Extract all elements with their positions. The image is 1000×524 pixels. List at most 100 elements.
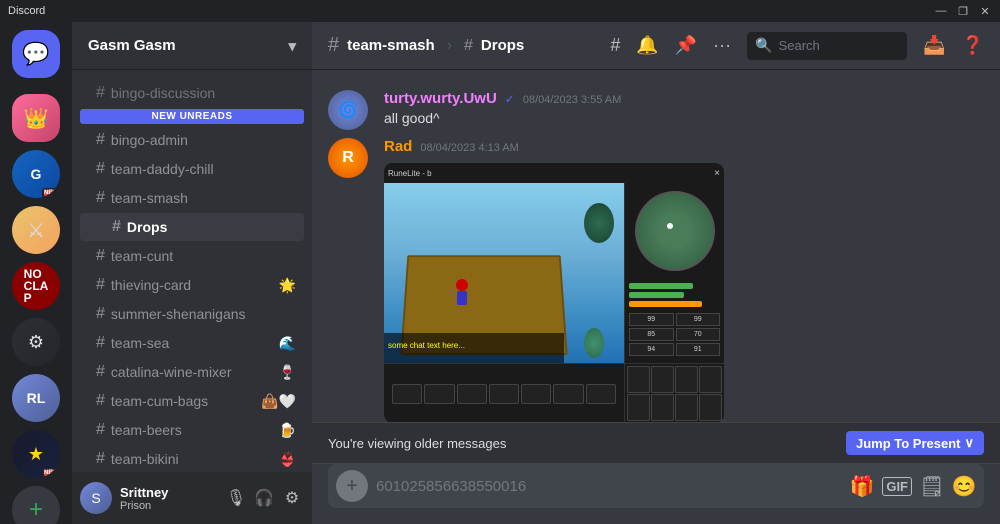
older-messages-text: You're viewing older messages xyxy=(328,436,506,451)
help-icon[interactable]: ❓ xyxy=(962,35,984,56)
add-server-button[interactable]: + xyxy=(12,486,60,524)
game-screenshot: RuneLite - b × xyxy=(384,163,724,422)
channel-item-thieving-card[interactable]: # thieving-card 🌟 xyxy=(80,271,304,299)
timestamp-rad: 08/04/2023 4:13 AM xyxy=(420,142,518,154)
channel-item-team-cum-bags[interactable]: # team-cum-bags 👜🤍 xyxy=(80,387,304,415)
more-icon[interactable]: ··· xyxy=(713,35,731,56)
channel-hash-icon: # xyxy=(96,334,105,352)
channel-name: bingo-discussion xyxy=(111,85,296,101)
channel-item-team-beers[interactable]: # team-beers 🍺 xyxy=(80,416,304,444)
rad-avatar-img: R xyxy=(328,138,368,178)
user-info: Srittney Prison xyxy=(120,485,216,512)
channel-item-bingo-admin[interactable]: # bingo-admin xyxy=(80,126,304,154)
search-bar[interactable]: 🔍 xyxy=(747,32,907,60)
channel-hash-icon: # xyxy=(96,131,105,149)
channel-item-team-sea[interactable]: # team-sea 🌊 xyxy=(80,329,304,357)
deafen-button[interactable]: 🎧 xyxy=(252,486,276,510)
server-sidebar: 💬 👑 G NEW ⚔ NOCLAP ⚙ RL ★ N xyxy=(0,22,72,524)
username-rad: Rad xyxy=(384,138,412,155)
user-status: Prison xyxy=(120,500,216,512)
channel-name-team-smash: team-smash xyxy=(111,190,296,206)
channel-item-team-bikini[interactable]: # team-bikini 👙 xyxy=(80,445,304,472)
topbar: # team-smash › # Drops # 🔔 📌 ··· 🔍 📥 ❓ xyxy=(312,22,1000,70)
gif-icon[interactable]: GIF xyxy=(882,477,912,496)
channel-item-team-smash[interactable]: # team-smash xyxy=(80,184,304,212)
channel-hash-icon: # xyxy=(96,276,105,294)
channel-name-catalina: catalina-wine-mixer xyxy=(111,364,273,380)
message-content-rad: Rad 08/04/2023 4:13 AM RuneLite - b × xyxy=(384,138,984,422)
message-text-turty: all good^ xyxy=(384,109,984,129)
notification-icon[interactable]: 🔔 xyxy=(636,35,658,56)
server-name-bar[interactable]: Gasm Gasm ▾ xyxy=(72,22,312,70)
server-chevron-icon: ▾ xyxy=(288,37,296,55)
minimize-button[interactable]: — xyxy=(934,5,948,18)
channel-hash-icon: # xyxy=(96,189,105,207)
channel-hash-icon: # xyxy=(96,392,105,410)
verified-icon: ✓ xyxy=(505,92,515,106)
osrs-game-visual: RuneLite - b × xyxy=(384,163,724,422)
jump-to-present-label: Jump To Present xyxy=(856,436,961,451)
channel-emoji: 👜🤍 xyxy=(261,393,296,410)
server-icon-2[interactable]: G NEW xyxy=(12,150,60,198)
topbar-channel-icon: # xyxy=(464,37,473,55)
search-input[interactable] xyxy=(779,38,900,53)
channel-sidebar: Gasm Gasm ▾ # bingo-discussion NEW UNREA… xyxy=(72,22,312,524)
window-controls[interactable]: — ❐ ✕ xyxy=(934,5,992,18)
message-row: 🌀 turty.wurty.UwU ✓ 08/04/2023 3:55 AM a… xyxy=(312,86,1000,134)
channel-name-team-beers: team-beers xyxy=(111,422,273,438)
topbar-channel-path: team-smash xyxy=(347,37,435,54)
timestamp-turty: 08/04/2023 3:55 AM xyxy=(523,94,621,106)
message-content-turty: turty.wurty.UwU ✓ 08/04/2023 3:55 AM all… xyxy=(384,90,984,129)
topbar-icons: # 🔔 📌 ··· 🔍 📥 ❓ xyxy=(610,32,984,60)
user-display-name: Srittney xyxy=(120,485,216,500)
channel-emoji: 🍷 xyxy=(279,364,296,381)
topbar-separator: › xyxy=(447,37,452,55)
server-icon-4[interactable]: NOCLAP xyxy=(12,262,60,310)
server-new-badge-2: NEW xyxy=(42,468,60,478)
channel-item-summer-shenanigans[interactable]: # summer-shenanigans xyxy=(80,300,304,328)
channel-item-team-cunt[interactable]: # team-cunt xyxy=(80,242,304,270)
server-icon-7[interactable]: ★ NEW xyxy=(12,430,60,478)
gift-icon[interactable]: 🎁 xyxy=(850,474,874,498)
inbox-icon[interactable]: 📥 xyxy=(923,35,945,56)
app-title: Discord xyxy=(8,5,934,17)
channel-emoji: 👙 xyxy=(279,451,296,468)
pin-icon[interactable]: 📌 xyxy=(675,35,697,56)
server-icon-6[interactable]: RL xyxy=(12,374,60,422)
message-header-turty: turty.wurty.UwU ✓ 08/04/2023 3:55 AM xyxy=(384,90,984,107)
attach-button[interactable]: + xyxy=(336,470,368,502)
channel-name-drops: Drops xyxy=(127,219,296,235)
channel-hash-icon: # xyxy=(96,84,105,102)
channel-item-bingo-discussion[interactable]: # bingo-discussion xyxy=(80,79,304,107)
mute-button[interactable]: 🎙 xyxy=(224,486,248,510)
maximize-button[interactable]: ❐ xyxy=(956,5,970,18)
server-icon-5[interactable]: ⚙ xyxy=(12,318,60,366)
settings-button[interactable]: ⚙ xyxy=(280,486,304,510)
emoji-icon[interactable]: 😊 xyxy=(952,474,976,498)
channel-item-drops[interactable]: # Drops xyxy=(80,213,304,241)
channel-item-catalina-wine-mixer[interactable]: # catalina-wine-mixer 🍷 xyxy=(80,358,304,386)
channel-hash-icon: # xyxy=(96,450,105,468)
server-icon-1[interactable]: 👑 xyxy=(12,94,60,142)
channel-name-team-bikini: team-bikini xyxy=(111,451,273,467)
channel-name-team-sea: team-sea xyxy=(111,335,273,351)
topbar-hash-icon: # xyxy=(328,34,339,57)
channel-emoji: 🌟 xyxy=(279,277,296,294)
channel-list: # bingo-discussion NEW UNREADS # bingo-a… xyxy=(72,70,312,472)
channels-icon[interactable]: # xyxy=(610,35,620,56)
channel-item-team-daddy-chill[interactable]: # team-daddy-chill xyxy=(80,155,304,183)
user-avatar: S xyxy=(80,482,112,514)
channel-emoji: 🌊 xyxy=(279,335,296,352)
channel-hash-icon: # xyxy=(96,160,105,178)
avatar-turty: 🌀 xyxy=(328,90,368,130)
close-button[interactable]: ✕ xyxy=(978,5,992,18)
topbar-channel-name: Drops xyxy=(481,37,524,54)
jump-to-present-button[interactable]: Jump To Present ∨ xyxy=(846,431,984,455)
messages-area: 🌀 turty.wurty.UwU ✓ 08/04/2023 3:55 AM a… xyxy=(312,70,1000,422)
message-input[interactable] xyxy=(376,468,842,505)
user-avatar-icon: S xyxy=(91,490,100,506)
sticker-icon[interactable]: 🗒 xyxy=(920,474,944,498)
server-icon-3[interactable]: ⚔ xyxy=(12,206,60,254)
new-unreads-label: NEW UNREADS xyxy=(80,109,304,124)
server-icon-home[interactable]: 💬 xyxy=(12,30,60,78)
